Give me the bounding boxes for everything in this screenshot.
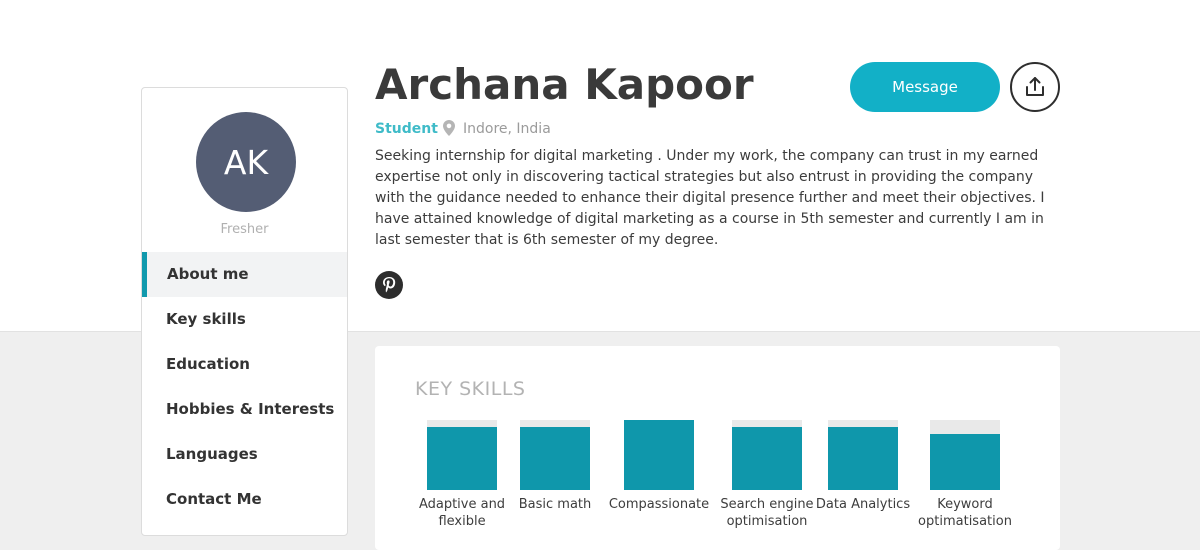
skill-fill-keyword (930, 434, 1000, 490)
share-button[interactable] (1010, 62, 1060, 112)
key-skills-title: KEY SKILLS (415, 378, 526, 400)
sidebar-item-hobbies-interests[interactable]: Hobbies & Interests (142, 387, 347, 432)
pinterest-link[interactable] (375, 271, 403, 299)
skill-bar-basic-math (520, 420, 590, 490)
skill-fill-basic-math (520, 427, 590, 490)
skill-label-compassionate: Compassionate (608, 497, 710, 512)
skill-fill-seo (732, 427, 802, 490)
sidebar-item-key-skills[interactable]: Key skills (142, 297, 347, 342)
profile-name: Archana Kapoor (375, 60, 754, 109)
profile-role: Student (375, 121, 438, 137)
skill-label-data-analytics: Data Analytics (815, 497, 911, 512)
sidebar-item-contact-me[interactable]: Contact Me (142, 477, 347, 522)
sidebar-nav: About me Key skills Education Hobbies & … (142, 252, 347, 522)
skill-bar-seo (732, 420, 802, 490)
sidebar-item-education[interactable]: Education (142, 342, 347, 387)
profile-sidebar: AK Fresher About me Key skills Education… (141, 87, 348, 536)
skill-bar-compassionate (624, 420, 694, 490)
skill-label-seo: Search engine optimisation (720, 497, 814, 529)
skill-fill-compassionate (624, 420, 694, 490)
pinterest-icon (383, 277, 396, 293)
skill-label-keyword: Keyword optimatisation (918, 497, 1012, 529)
share-icon (1026, 77, 1044, 96)
skill-fill-adaptive (427, 427, 497, 490)
status-label: Fresher (220, 222, 269, 237)
skill-bar-data-analytics (828, 420, 898, 490)
avatar: AK (196, 112, 296, 212)
profile-location: Indore, India (463, 121, 551, 137)
sidebar-item-about-me[interactable]: About me (142, 252, 347, 297)
sidebar-item-languages[interactable]: Languages (142, 432, 347, 477)
skill-bar-adaptive (427, 420, 497, 490)
location-pin-icon (443, 120, 455, 136)
profile-about-text: Seeking internship for digital marketing… (375, 148, 1045, 248)
skill-label-basic-math: Basic math (518, 497, 592, 512)
skill-bar-keyword (930, 420, 1000, 490)
message-button[interactable]: Message (850, 62, 1000, 112)
skill-fill-data-analytics (828, 427, 898, 490)
key-skills-card: KEY SKILLS Adaptive and flexible Basic m… (375, 346, 1060, 550)
